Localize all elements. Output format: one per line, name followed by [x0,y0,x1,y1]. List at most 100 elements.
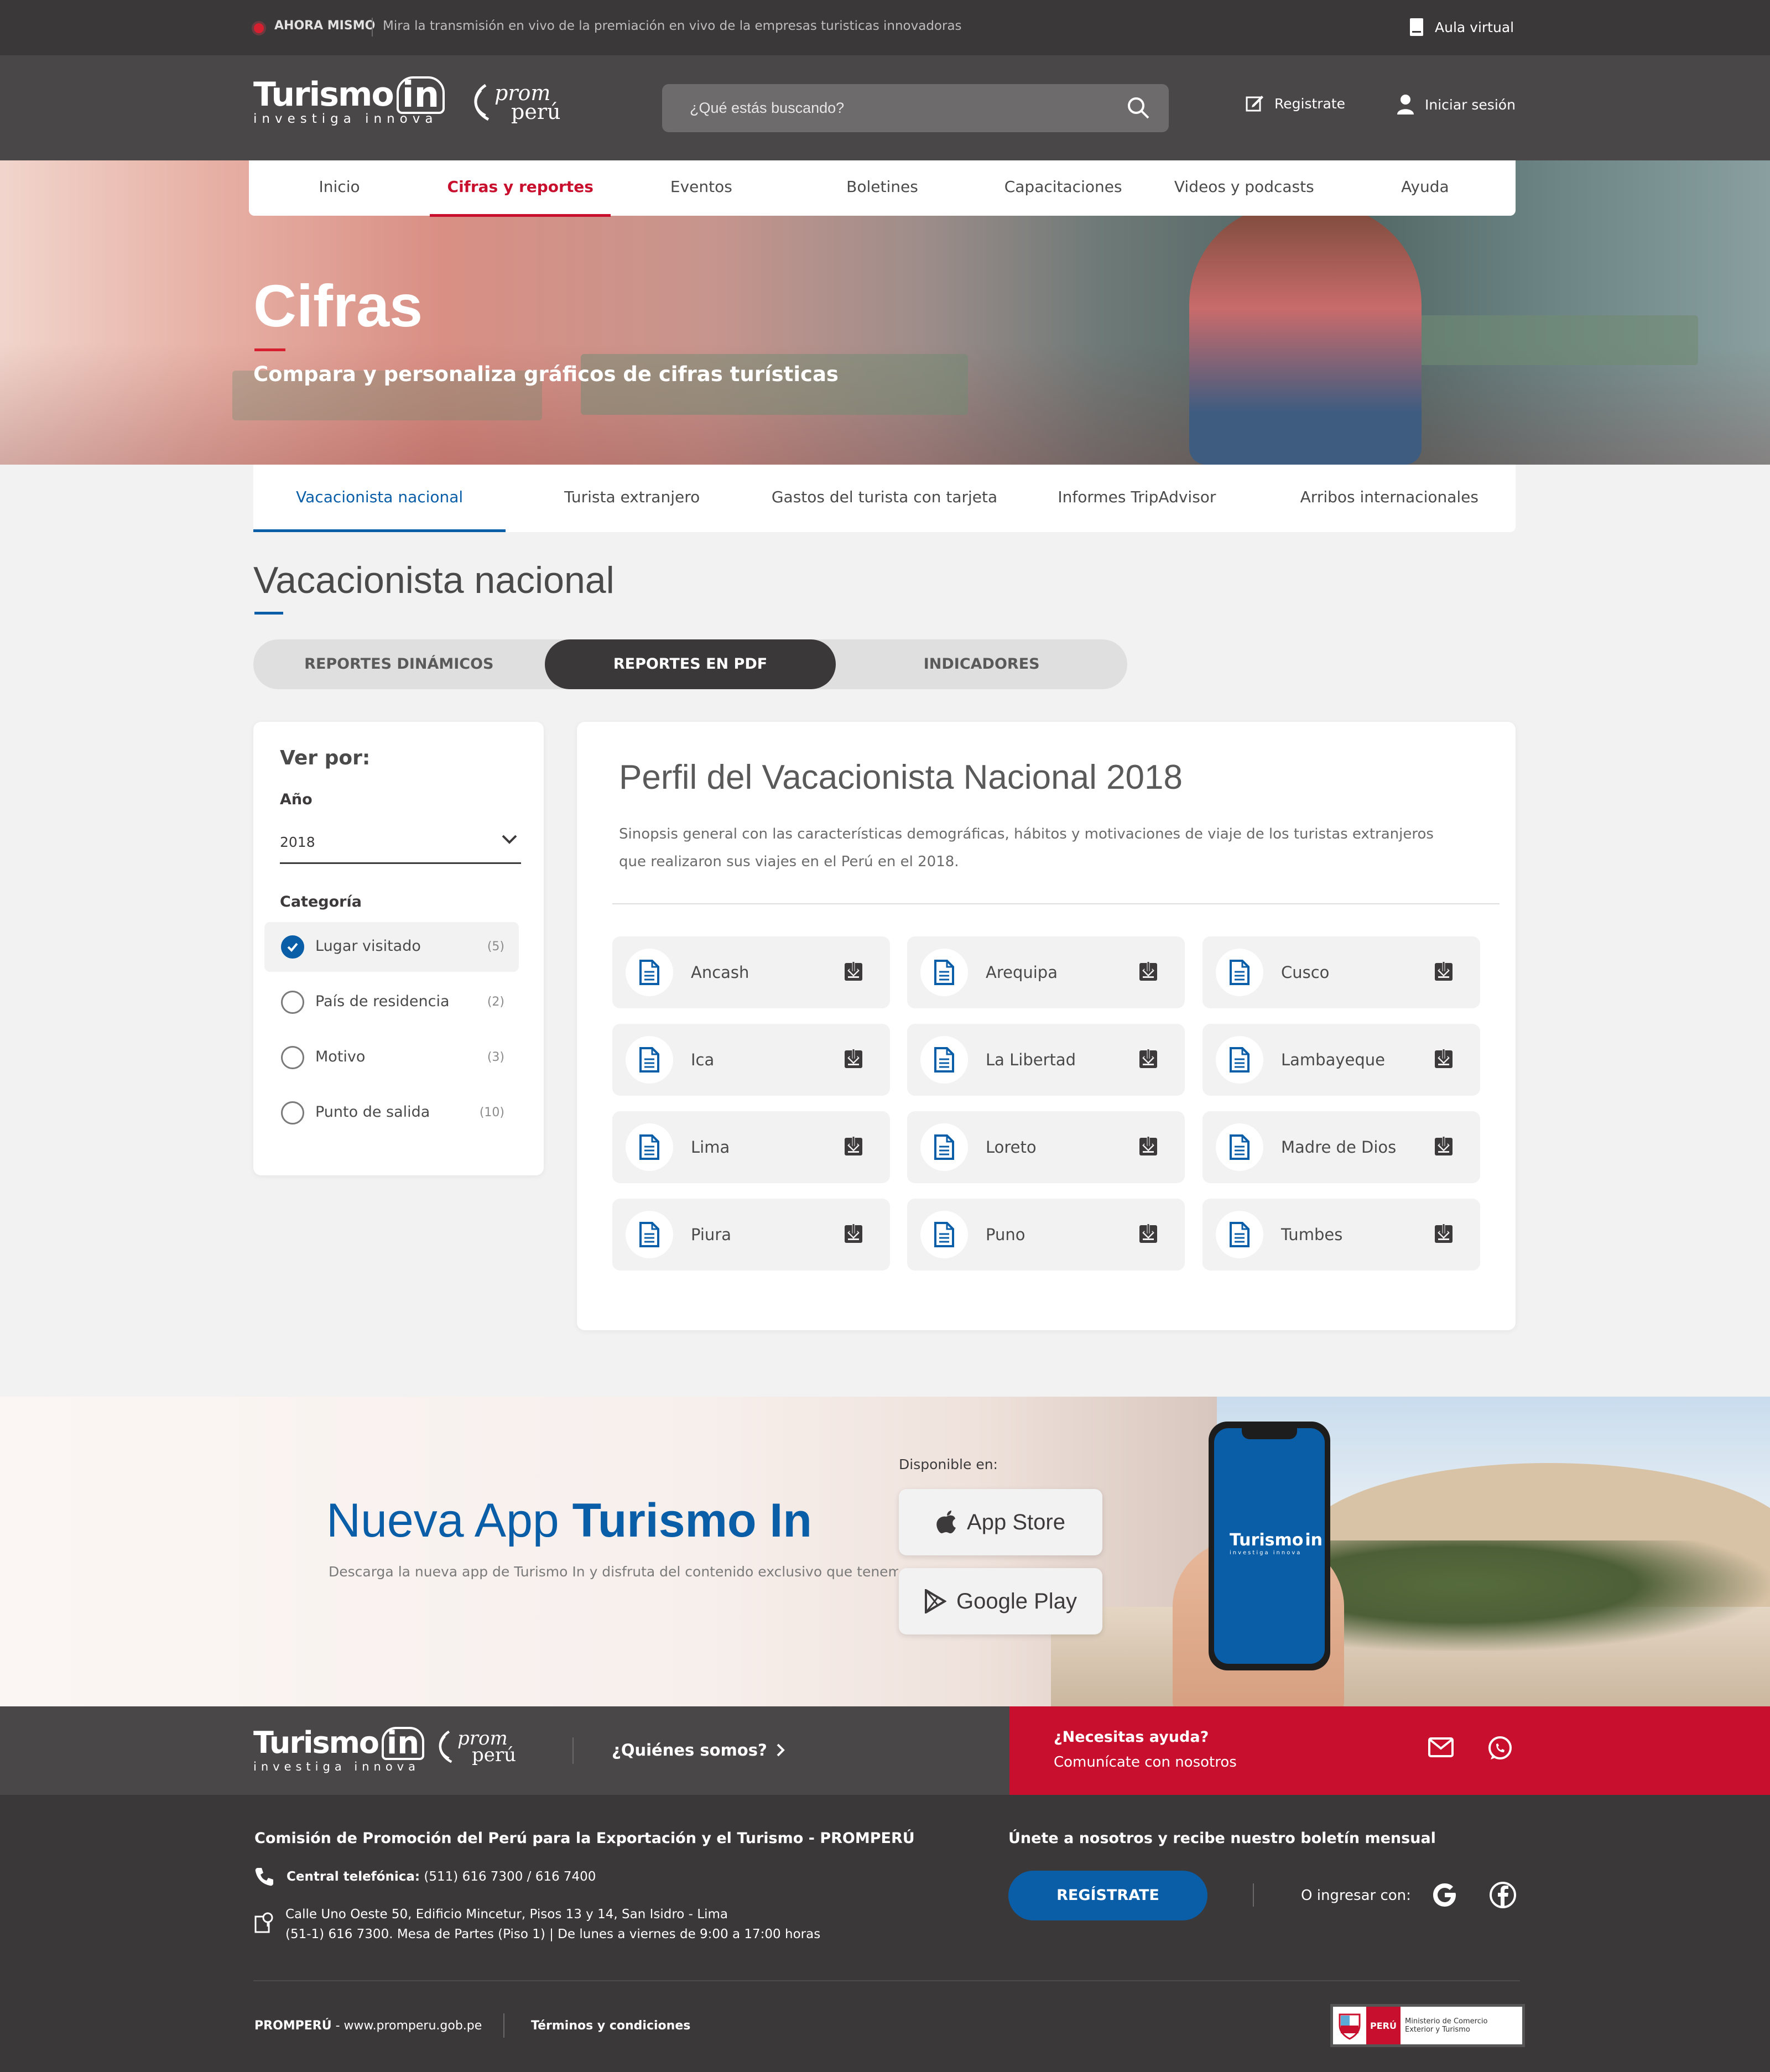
turismo-in-logo[interactable]: Turismo in investiga innova [253,75,445,126]
category-option-pais-residencia[interactable]: País de residencia (2) [264,977,519,1027]
year-select[interactable]: 2018 [280,824,521,864]
logo-in: in [396,76,445,114]
mail-icon[interactable] [1428,1737,1454,1757]
pdf-file-item[interactable]: La Libertad [907,1024,1185,1096]
pdf-file-item[interactable]: Piura [612,1199,890,1271]
pdf-file-item[interactable]: Ica [612,1024,890,1096]
promperu-swirl-icon [439,1730,452,1763]
document-icon [626,1123,673,1171]
phone-screen: Turismo in investiga innova [1214,1428,1325,1664]
divider [1253,1883,1254,1907]
search-bar[interactable] [662,84,1169,132]
download-icon[interactable] [1434,960,1454,982]
nav-item-cifras-reportes[interactable]: Cifras y reportes [430,160,611,217]
tab-arribos-internacionales[interactable]: Arribos internacionales [1263,465,1516,532]
radio-unchecked-icon [281,991,304,1014]
nav-item-capacitaciones[interactable]: Capacitaciones [973,160,1154,216]
pdf-file-item[interactable]: Lambayeque [1202,1024,1480,1096]
terms-link[interactable]: Términos y condiciones [531,2019,690,2033]
footer-turismo-in-logo[interactable]: Turismo in investiga innova [253,1725,425,1773]
document-icon [920,949,968,996]
promperu-swirl-icon [474,84,490,121]
download-icon[interactable] [1434,1134,1454,1157]
facebook-icon[interactable] [1488,1880,1518,1910]
pdf-file-item[interactable]: Cusco [1202,936,1480,1008]
download-icon[interactable] [1434,1222,1454,1244]
download-icon[interactable] [1138,1222,1158,1244]
live-label: AHORA MISMO [274,19,376,33]
about-link[interactable]: ¿Quiénes somos? [612,1741,785,1759]
download-icon[interactable] [1434,1047,1454,1069]
tab-turista-extranjero[interactable]: Turista extranjero [506,465,758,532]
download-icon[interactable] [1138,960,1158,982]
logo-tagline: investiga innova [253,112,438,126]
download-icon[interactable] [844,1134,863,1157]
radio-checked-icon [281,935,304,959]
whatsapp-icon[interactable] [1486,1735,1513,1762]
logo-in: in [382,1727,425,1760]
register-link[interactable]: Registrate [1246,94,1345,113]
about-label: ¿Quiénes somos? [612,1741,767,1759]
nav-item-ayuda[interactable]: Ayuda [1335,160,1516,216]
nav-item-eventos[interactable]: Eventos [611,160,792,216]
document-icon [626,1211,673,1258]
pdf-file-item[interactable]: Ancash [612,936,890,1008]
nav-item-boletines[interactable]: Boletines [792,160,972,216]
pdf-file-item[interactable]: Puno [907,1199,1185,1271]
file-name: Loreto [986,1138,1037,1157]
category-option-motivo[interactable]: Motivo (3) [264,1033,519,1082]
file-name: Cusco [1281,963,1330,982]
address-line-1: Calle Uno Oeste 50, Edificio Mincetur, P… [285,1907,728,1922]
category-option-lugar-visitado[interactable]: Lugar visitado (5) [264,922,519,972]
promperu-logo[interactable]: prom perú [469,82,560,122]
app-store-button[interactable]: App Store [899,1489,1102,1555]
download-icon[interactable] [1138,1047,1158,1069]
tab-gastos-turista[interactable]: Gastos del turista con tarjeta [758,465,1011,532]
nav-item-videos-podcasts[interactable]: Videos y podcasts [1154,160,1335,216]
document-icon [1216,1036,1263,1084]
pdf-file-item[interactable]: Madre de Dios [1202,1111,1480,1183]
logo-word: Turismo [253,1725,379,1760]
download-icon[interactable] [844,1222,863,1244]
login-link[interactable]: Iniciar sesión [1396,94,1516,115]
category-option-punto-salida[interactable]: Punto de salida (10) [264,1088,519,1138]
year-value: 2018 [280,834,315,850]
segment-reportes-dinamicos[interactable]: REPORTES DINÁMICOS [253,639,545,689]
hero-underline [254,348,285,351]
mincetur-logo[interactable]: PERÚ Ministerio de Comercio Exterior y T… [1330,2004,1525,2047]
pdf-file-item[interactable]: Loreto [907,1111,1185,1183]
segment-reportes-pdf[interactable]: REPORTES EN PDF [544,639,836,689]
phone-info: Central telefónica: (511) 616 7300 / 616… [254,1867,596,1887]
download-icon[interactable] [1138,1134,1158,1157]
pdf-file-item[interactable]: Lima [612,1111,890,1183]
search-input[interactable] [690,84,1110,132]
file-name: Piura [691,1225,731,1244]
tab-informes-tripadvisor[interactable]: Informes TripAdvisor [1011,465,1263,532]
search-icon[interactable] [1127,96,1150,119]
nav-item-inicio[interactable]: Inicio [249,160,430,216]
phone-logo-in: in [1305,1530,1323,1550]
pdf-file-item[interactable]: Tumbes [1202,1199,1480,1271]
download-icon[interactable] [844,1047,863,1069]
tab-vacacionista-nacional[interactable]: Vacacionista nacional [253,465,506,532]
category-count: (5) [487,940,504,954]
phone-app-logo: Turismo in investiga innova [1230,1530,1323,1556]
footer-promperu-logo[interactable]: prom perú [434,1729,516,1764]
google-icon[interactable] [1430,1880,1460,1910]
app-description: Descarga la nueva app de Turismo In y di… [329,1564,898,1580]
category-name: Lugar visitado [315,938,421,955]
app-title: Nueva App Turismo In [326,1493,812,1548]
aula-virtual-link[interactable]: Aula virtual [1409,15,1514,39]
promperu-site-link[interactable]: PROMPERÚ - www.promperu.gob.pe [254,2019,482,2033]
document-icon [1216,949,1263,996]
segment-indicadores[interactable]: INDICADORES [836,639,1127,689]
register-button[interactable]: REGÍSTRATE [1008,1871,1207,1920]
app-title-bold: Turismo In [572,1494,812,1547]
app-store-label: App Store [967,1509,1065,1534]
file-name: Madre de Dios [1281,1138,1397,1157]
download-icon[interactable] [844,960,863,982]
pdf-file-item[interactable]: Arequipa [907,936,1185,1008]
live-stream-link[interactable]: Mira la transmisión en vivo de la premia… [383,19,962,33]
help-title: ¿Necesitas ayuda? [1054,1729,1209,1746]
google-play-button[interactable]: Google Play [899,1568,1102,1634]
